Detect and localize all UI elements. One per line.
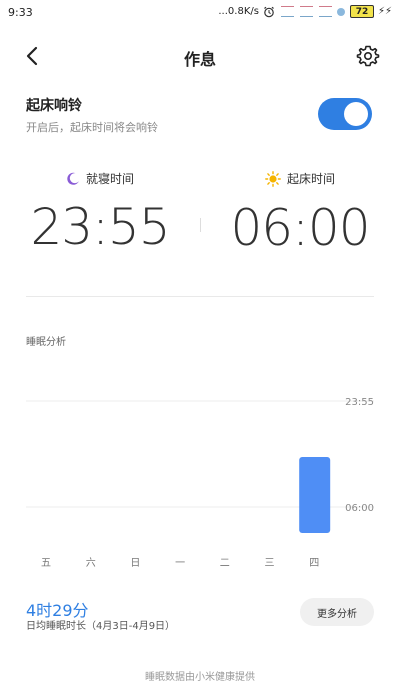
x-tick-label: 一 xyxy=(175,558,185,569)
battery-icon: 72 xyxy=(349,5,374,18)
waketime-label-row: 起床时间 xyxy=(265,170,335,187)
x-tick-label: 六 xyxy=(86,557,96,569)
status-icons: ...0.8K/s 72 ⚡⚡ xyxy=(218,5,392,18)
page-title: 作息 xyxy=(183,50,216,69)
charging-icon: ⚡⚡ xyxy=(377,6,392,17)
sun-icon xyxy=(265,170,281,187)
alarm-clock-icon xyxy=(264,6,274,17)
x-tick-label: 五 xyxy=(41,558,51,569)
gear-icon[interactable] xyxy=(356,44,380,68)
x-tick-label: 四 xyxy=(309,558,319,569)
waketime-label: 起床时间 xyxy=(286,172,335,186)
x-tick-label: 二 xyxy=(220,558,230,569)
bedtime-block[interactable]: 就寝时间 23:55 xyxy=(0,170,200,256)
notification-icon xyxy=(299,6,313,17)
x-tick-label: 三 xyxy=(265,558,275,569)
more-analysis-button[interactable]: 更多分析 xyxy=(300,598,374,626)
x-tick-label: 日 xyxy=(130,558,140,569)
app-bar: 作息 xyxy=(0,38,400,74)
avg-sleep-label: 日均睡眠时长（4月3日-4月9日） xyxy=(26,621,176,632)
y-tick-label: 06:00 xyxy=(345,503,374,514)
bedtime-label: 就寝时间 xyxy=(85,172,134,186)
moon-icon xyxy=(67,172,79,185)
bedtime-value: 23:55 xyxy=(30,197,170,256)
y-tick-label: 23:55 xyxy=(345,397,374,408)
section-divider xyxy=(26,296,374,297)
wake-alarm-row: 起床响铃 开启后，起床时间将会响铃 xyxy=(26,95,376,135)
notification-icon xyxy=(280,6,294,17)
waketime-block[interactable]: 起床时间 06:00 xyxy=(200,170,400,257)
sleep-bar[interactable] xyxy=(299,457,331,533)
data-source-note: 睡眠数据由小米健康提供 xyxy=(145,672,255,683)
waketime-value: 06:00 xyxy=(230,198,370,257)
toggle-knob xyxy=(344,102,368,126)
wifi-icon xyxy=(336,7,345,16)
notification-icon xyxy=(318,6,332,17)
wake-alarm-toggle[interactable] xyxy=(318,98,372,130)
network-speed: ...0.8K/s xyxy=(218,6,259,17)
sleep-analysis-title: 睡眠分析 xyxy=(26,337,66,348)
sleep-chart: 23:55 06:00 五 六 日 一 二 三 四 xyxy=(26,397,374,569)
status-bar: 9:33 ...0.8K/s 72 ⚡⚡ xyxy=(0,0,400,26)
status-time: 9:33 xyxy=(8,6,33,19)
bedtime-label-row: 就寝时间 xyxy=(66,170,134,187)
